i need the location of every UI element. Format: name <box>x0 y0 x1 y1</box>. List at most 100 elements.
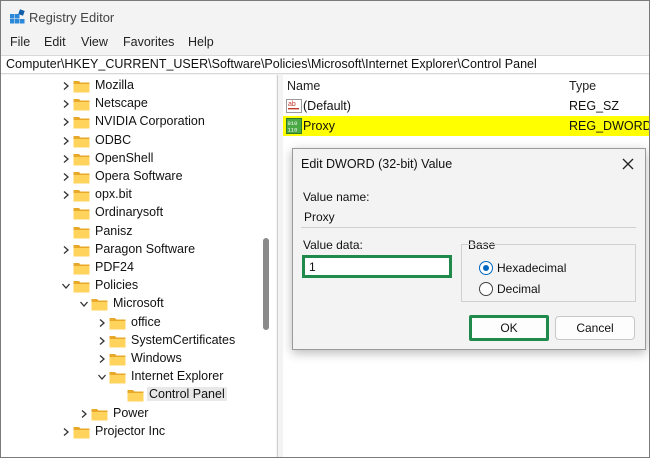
tree-item-label: Microsoft <box>113 296 164 311</box>
folder-icon <box>73 81 90 93</box>
tree-item[interactable]: Control Panel <box>115 386 261 404</box>
chevron-right-icon[interactable] <box>61 136 71 146</box>
folder-icon <box>91 299 108 311</box>
tree-item[interactable]: Paragon Software <box>61 241 261 259</box>
folder-icon <box>91 408 108 421</box>
radio-hexadecimal[interactable]: Hexadecimal <box>479 260 599 276</box>
chevron-right-icon[interactable] <box>61 99 71 109</box>
tree-item-label: Mozilla <box>95 78 134 92</box>
tree-item[interactable]: ODBC <box>61 132 261 150</box>
chevron-right-icon[interactable] <box>61 190 71 200</box>
radio-unselected-icon[interactable] <box>479 282 493 296</box>
value-type: REG_DWORD <box>569 119 649 133</box>
chevron-right-icon[interactable] <box>97 336 107 346</box>
base-group: Hexadecimal Decimal <box>461 244 636 302</box>
value-type: REG_SZ <box>569 99 620 113</box>
address-bar[interactable]: Computer\HKEY_CURRENT_USER\Software\Poli… <box>1 55 649 74</box>
string-value-icon: ab <box>286 99 302 113</box>
tree-item-label: OpenShell <box>95 150 154 165</box>
close-icon[interactable] <box>619 155 637 173</box>
svg-text:110: 110 <box>288 127 298 134</box>
tree-item-label: PDF24 <box>95 260 134 274</box>
svg-text:ab: ab <box>288 101 296 108</box>
tree-item[interactable]: office <box>97 314 261 332</box>
chevron-down-icon[interactable] <box>79 299 89 309</box>
ok-button[interactable]: OK <box>469 315 549 341</box>
chevron-right-icon[interactable] <box>61 81 71 91</box>
tree-item-label: Projector Inc <box>95 423 166 438</box>
tree-item[interactable]: SystemCertificates <box>97 332 261 350</box>
tree-item[interactable]: Projector Inc <box>61 423 261 441</box>
folder-icon <box>73 426 90 439</box>
address-path[interactable]: Computer\HKEY_CURRENT_USER\Software\Poli… <box>6 57 537 71</box>
tree-item[interactable]: Microsoft <box>79 295 261 313</box>
tree-item-label: Panisz <box>95 223 133 238</box>
value-name-text: Proxy <box>304 210 335 224</box>
tree-item[interactable]: NVIDIA Corporation <box>61 113 261 131</box>
tree-item[interactable]: Power <box>79 405 261 423</box>
folder-icon <box>127 390 144 402</box>
folder-icon <box>73 226 90 239</box>
chevron-right-icon[interactable] <box>61 154 71 164</box>
radio-selected-icon[interactable] <box>479 261 493 275</box>
column-header-name[interactable]: Name <box>287 79 320 93</box>
tree-item-label: Paragon Software <box>95 241 196 256</box>
folder-icon <box>73 281 90 293</box>
radio-label: Hexadecimal <box>497 261 567 275</box>
tree-item[interactable]: Panisz <box>61 223 261 241</box>
tree-item-label: SystemCertificates <box>131 332 236 347</box>
value-data-label: Value data: <box>303 238 363 252</box>
folder-icon <box>73 190 90 202</box>
tree-item[interactable]: Mozilla <box>61 77 261 95</box>
tree-scrollbar-thumb[interactable] <box>263 238 269 330</box>
chevron-right-icon[interactable] <box>61 117 71 127</box>
radio-decimal[interactable]: Decimal <box>479 281 599 297</box>
value-name-label: Value name: <box>303 190 370 204</box>
chevron-right-icon[interactable] <box>79 409 89 419</box>
value-row-proxy[interactable]: 010 110 Proxy REG_DWORD <box>283 116 649 136</box>
menu-bar: File Edit View Favorites Help <box>1 33 649 53</box>
menu-favorites[interactable]: Favorites <box>123 35 174 49</box>
menu-view[interactable]: View <box>81 35 108 49</box>
tree-item[interactable]: PDF24 <box>61 259 261 277</box>
tree-item[interactable]: opx.bit <box>61 186 261 204</box>
value-data-input[interactable] <box>302 255 452 278</box>
folder-icon <box>73 117 90 129</box>
value-name: (Default) <box>303 99 351 113</box>
tree-item-label: opx.bit <box>95 187 132 202</box>
menu-edit[interactable]: Edit <box>44 35 66 49</box>
tree-item[interactable]: Opera Software <box>61 168 261 186</box>
dword-value-icon: 010 110 <box>286 118 302 134</box>
chevron-right-icon[interactable] <box>97 318 107 328</box>
cancel-button[interactable]: Cancel <box>555 316 635 340</box>
chevron-down-icon[interactable] <box>97 372 107 382</box>
tree-item[interactable]: Policies <box>61 277 261 295</box>
folder-icon <box>109 335 126 348</box>
title-bar: Registry Editor <box>1 1 649 33</box>
tree-item-label: ODBC <box>95 132 132 147</box>
tree-item[interactable]: Windows <box>97 350 261 368</box>
folder-icon <box>73 172 90 184</box>
value-row-default[interactable]: ab (Default) REG_SZ <box>283 96 649 116</box>
chevron-right-icon[interactable] <box>61 172 71 182</box>
column-header-type[interactable]: Type <box>569 79 596 93</box>
folder-icon <box>73 99 90 111</box>
chevron-right-icon[interactable] <box>61 245 71 255</box>
tree-item[interactable]: OpenShell <box>61 150 261 168</box>
key-tree-pane[interactable]: Mozilla Netscape NVIDIA Corporation ODBC Ope… <box>1 75 276 457</box>
tree-item-label: Windows <box>131 351 182 365</box>
folder-icon <box>109 354 126 366</box>
folder-icon <box>73 135 90 148</box>
tree-item[interactable]: Internet Explorer <box>97 368 261 386</box>
tree-item-label: Policies <box>95 278 139 293</box>
chevron-right-icon[interactable] <box>61 427 71 437</box>
tree-item[interactable]: Netscape <box>61 95 261 113</box>
tree-item-label: office <box>131 314 161 329</box>
tree-item[interactable]: Ordinarysoft <box>61 204 261 222</box>
chevron-right-icon[interactable] <box>97 354 107 364</box>
chevron-down-icon[interactable] <box>61 281 71 291</box>
menu-file[interactable]: File <box>10 35 30 49</box>
menu-help[interactable]: Help <box>188 35 214 49</box>
folder-icon <box>109 372 126 384</box>
edit-dword-dialog: Edit DWORD (32-bit) Value Value name: Pr… <box>292 148 646 350</box>
